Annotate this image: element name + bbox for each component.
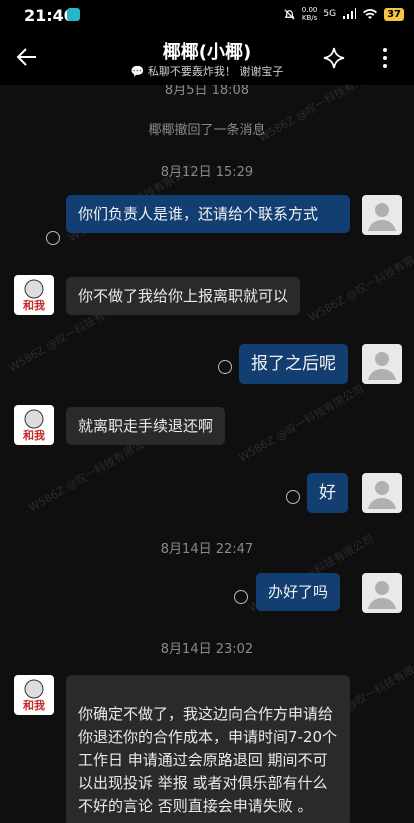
wifi-icon	[363, 9, 378, 19]
net-speed: 0.00 KB/s	[302, 6, 318, 22]
chat-subtitle: 💬 私聊不要轰炸我！ 谢谢宝子	[130, 65, 284, 78]
watermark: W586Z @叹一科技有限公司	[306, 242, 414, 325]
message-list[interactable]: W586Z @叹一科技有限公司 W586Z @叹一科技有限公司 W586Z @叹…	[0, 85, 414, 823]
message-bubble[interactable]: 就离职走手续退还啊	[66, 407, 226, 445]
message-bubble[interactable]: 你确定不做了，我这边向合作方申请给你退还你的合作成本，申请时间7-20个工作日 …	[66, 675, 350, 823]
sparkle-icon[interactable]	[322, 46, 346, 70]
read-check-icon	[286, 490, 300, 504]
avatar[interactable]: 和我	[14, 675, 54, 715]
net-speed-unit: KB/s	[301, 14, 318, 22]
timestamp: 8月12日 15:29	[160, 165, 254, 180]
battery-level: 37	[384, 7, 404, 21]
avatar-text: 和我	[23, 298, 45, 312]
signal-icon	[343, 8, 357, 19]
net-speed-value: 0.00	[301, 6, 318, 14]
default-avatar-icon	[368, 481, 396, 509]
avatar[interactable]	[362, 573, 402, 613]
avatar-text: 和我	[23, 698, 45, 712]
message-bubble[interactable]: 你不做了我给你上报离职就可以	[66, 277, 301, 315]
default-avatar-icon	[368, 581, 396, 609]
status-icons: 0.00 KB/s 5G 37	[283, 6, 404, 22]
default-avatar-icon	[368, 352, 396, 380]
avatar-text: 和我	[23, 428, 45, 442]
avatar[interactable]	[362, 344, 402, 384]
chat-header: 椰椰(小椰) 💬 私聊不要轰炸我！ 谢谢宝子	[0, 30, 414, 85]
avatar[interactable]	[362, 473, 402, 513]
avatar[interactable]: 和我	[14, 405, 54, 445]
read-check-icon	[46, 231, 60, 245]
cartoon-avatar-icon: 和我	[23, 279, 45, 312]
avatar[interactable]: 和我	[14, 275, 54, 315]
message-bubble[interactable]: 报了之后呢	[239, 344, 348, 384]
read-check-icon	[234, 590, 248, 604]
timestamp: 8月5日 18:08	[164, 85, 250, 98]
more-options-icon[interactable]	[377, 46, 393, 70]
status-bar: 21:40 0.00 KB/s 5G 37	[0, 0, 414, 30]
timestamp: 8月14日 23:02	[160, 642, 254, 657]
mute-bell-icon	[284, 8, 295, 20]
message-bubble[interactable]: 办好了吗	[256, 573, 341, 611]
network-type: 5G	[323, 9, 337, 19]
read-check-icon	[218, 360, 232, 374]
avatar[interactable]	[362, 195, 402, 235]
message-bubble[interactable]: 好	[307, 473, 348, 513]
default-avatar-icon	[368, 203, 396, 231]
message-bubble[interactable]: 你们负责人是谁，还请给个联系方式	[66, 195, 350, 233]
cartoon-avatar-icon: 和我	[23, 409, 45, 442]
chat-title[interactable]: 椰椰(小椰)	[0, 38, 414, 64]
timestamp: 8月14日 22:47	[160, 542, 254, 557]
watermark: W586Z @叹一科技有限公司	[236, 382, 366, 465]
cartoon-avatar-icon: 和我	[23, 679, 45, 712]
recall-notice: 椰椰撤回了一条消息	[148, 123, 266, 138]
app-notification-icon	[67, 8, 80, 21]
